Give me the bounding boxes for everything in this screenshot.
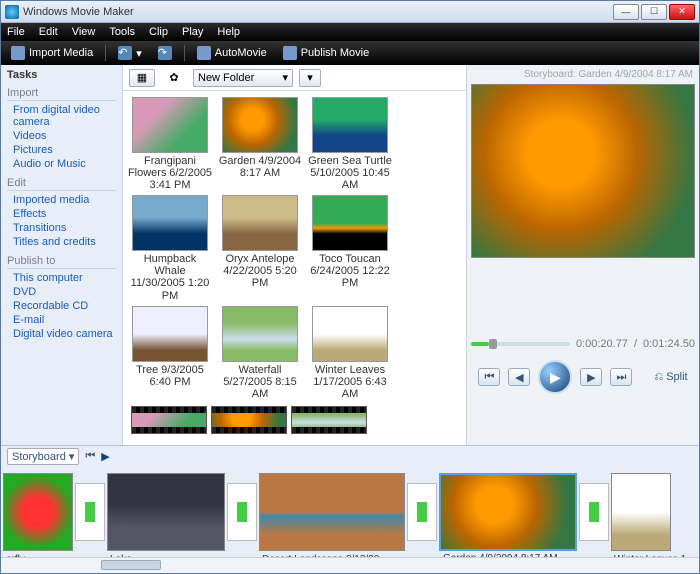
split-icon: ⎌ xyxy=(654,371,663,384)
tasks-pane: Tasks Import From digital video camera V… xyxy=(1,65,123,445)
task-imported-media[interactable]: Imported media xyxy=(7,193,116,207)
thumb-whale[interactable]: Humpback Whale 11/30/2005 1:20 PM xyxy=(127,195,213,301)
menu-bar: File Edit View Tools Clip Play Help xyxy=(1,23,699,41)
task-publish-email[interactable]: E-mail xyxy=(7,313,116,327)
split-button[interactable]: ⎌Split xyxy=(654,371,687,384)
collection-pane: ▦ ✿ New Folder▾ ▾ Frangipani Flowers 6/2… xyxy=(123,65,467,445)
view-thumbnails-button[interactable]: ▦ xyxy=(129,69,155,87)
task-import-audio[interactable]: Audio or Music xyxy=(7,157,116,171)
sb-rewind-button[interactable]: ⏮ xyxy=(85,450,95,463)
toolbar: Import Media ↶▾ ↷ AutoMovie Publish Movi… xyxy=(1,41,699,65)
transition-slot[interactable] xyxy=(75,483,105,541)
thumb-tree[interactable]: Tree 9/3/2005 6:40 PM xyxy=(127,306,213,400)
import-header: Import xyxy=(7,87,116,101)
view-details-button[interactable]: ✿ xyxy=(161,69,187,87)
redo-icon: ↷ xyxy=(158,46,172,60)
task-effects[interactable]: Effects xyxy=(7,207,116,221)
app-icon xyxy=(5,5,19,19)
automovie-button[interactable]: AutoMovie xyxy=(193,44,271,62)
transition-slot[interactable] xyxy=(579,483,609,541)
transition-slot[interactable] xyxy=(407,483,437,541)
publish-header: Publish to xyxy=(7,255,116,269)
film-clip[interactable] xyxy=(211,406,287,434)
film-clip[interactable] xyxy=(291,406,367,434)
task-publish-cd[interactable]: Recordable CD xyxy=(7,299,116,313)
play-button[interactable]: ▶ xyxy=(538,360,572,394)
task-import-dv[interactable]: From digital video camera xyxy=(7,103,116,129)
publish-icon xyxy=(283,46,297,60)
task-publish-computer[interactable]: This computer xyxy=(7,271,116,285)
tasks-title: Tasks xyxy=(7,69,116,81)
film-clip[interactable] xyxy=(131,406,207,434)
preview-header: Storyboard: Garden 4/9/2004 8:17 AM xyxy=(471,67,695,84)
task-import-videos[interactable]: Videos xyxy=(7,129,116,143)
task-titles[interactable]: Titles and credits xyxy=(7,235,116,249)
close-button[interactable]: ✕ xyxy=(669,4,695,20)
thumb-garden[interactable]: Garden 4/9/2004 8:17 AM xyxy=(217,97,303,191)
preview-image xyxy=(471,84,695,258)
thumb-frangipani[interactable]: Frangipani Flowers 6/2/2005 3:41 PM xyxy=(127,97,213,191)
forward-button[interactable]: ▶ xyxy=(580,368,602,386)
menu-edit[interactable]: Edit xyxy=(39,26,58,38)
import-icon xyxy=(11,46,25,60)
task-transitions[interactable]: Transitions xyxy=(7,221,116,235)
publish-movie-button[interactable]: Publish Movie xyxy=(279,44,373,62)
transition-slot[interactable] xyxy=(227,483,257,541)
menu-view[interactable]: View xyxy=(72,26,96,38)
menu-file[interactable]: File xyxy=(7,26,25,38)
storyboard-area: Storyboard ▾ ⏮ ▶ erfly Lake Desert Lands… xyxy=(1,445,699,573)
prev-frame-button[interactable]: ⏮ xyxy=(478,368,500,386)
thumb-winter[interactable]: Winter Leaves 1/17/2005 6:43 AM xyxy=(307,306,393,400)
seek-slider[interactable] xyxy=(471,342,570,346)
import-media-button[interactable]: Import Media xyxy=(7,44,97,62)
storyboard-scrollbar[interactable] xyxy=(1,557,699,573)
menu-play[interactable]: Play xyxy=(182,26,203,38)
clip-desert[interactable]: Desert Landscape 2/12/20... xyxy=(259,473,405,551)
time-total: 0:01:24.50 xyxy=(643,338,695,350)
back-button[interactable]: ◀ xyxy=(508,368,530,386)
task-import-pictures[interactable]: Pictures xyxy=(7,143,116,157)
thumb-toucan[interactable]: Toco Toucan 6/24/2005 12:22 PM xyxy=(307,195,393,301)
task-publish-dvd[interactable]: DVD xyxy=(7,285,116,299)
chevron-down-icon: ▾ xyxy=(282,71,288,84)
menu-help[interactable]: Help xyxy=(217,26,240,38)
menu-clip[interactable]: Clip xyxy=(149,26,168,38)
task-publish-dv[interactable]: Digital video camera xyxy=(7,327,116,341)
redo-button[interactable]: ↷ xyxy=(154,44,176,62)
time-current: 0:00:20.77 xyxy=(576,338,628,350)
menu-tools[interactable]: Tools xyxy=(109,26,135,38)
automovie-icon xyxy=(197,46,211,60)
minimize-button[interactable]: — xyxy=(613,4,639,20)
preview-pane: Storyboard: Garden 4/9/2004 8:17 AM 0:00… xyxy=(467,65,699,445)
storyboard-track[interactable]: erfly Lake Desert Landscape 2/12/20... G… xyxy=(1,466,699,557)
clip-garden[interactable]: Garden 4/9/2004 8:17 AM xyxy=(439,473,577,551)
thumb-oryx[interactable]: Oryx Antelope 4/22/2005 5:20 PM xyxy=(217,195,303,301)
undo-button[interactable]: ↶▾ xyxy=(114,44,146,62)
app-title: Windows Movie Maker xyxy=(23,6,613,18)
title-bar: Windows Movie Maker — ☐ ✕ xyxy=(1,1,699,23)
storyboard-dropdown[interactable]: Storyboard ▾ xyxy=(7,448,79,465)
clip-butterfly[interactable]: erfly xyxy=(3,473,73,551)
undo-icon: ↶ xyxy=(118,46,132,60)
thumb-turtle[interactable]: Green Sea Turtle 5/10/2005 10:45 AM xyxy=(307,97,393,191)
thumb-waterfall[interactable]: Waterfall 5/27/2005 8:15 AM xyxy=(217,306,303,400)
maximize-button[interactable]: ☐ xyxy=(641,4,667,20)
collection-toolbar: ▦ ✿ New Folder▾ ▾ xyxy=(123,65,466,91)
next-frame-button[interactable]: ⏭ xyxy=(610,368,632,386)
edit-header: Edit xyxy=(7,177,116,191)
clip-winter[interactable]: Winter Leaves 1 xyxy=(611,473,671,551)
folder-dropdown[interactable]: New Folder▾ xyxy=(193,69,293,87)
view-options-button[interactable]: ▾ xyxy=(299,69,321,87)
sb-play-button[interactable]: ▶ xyxy=(101,450,109,463)
clip-lake[interactable]: Lake xyxy=(107,473,225,551)
